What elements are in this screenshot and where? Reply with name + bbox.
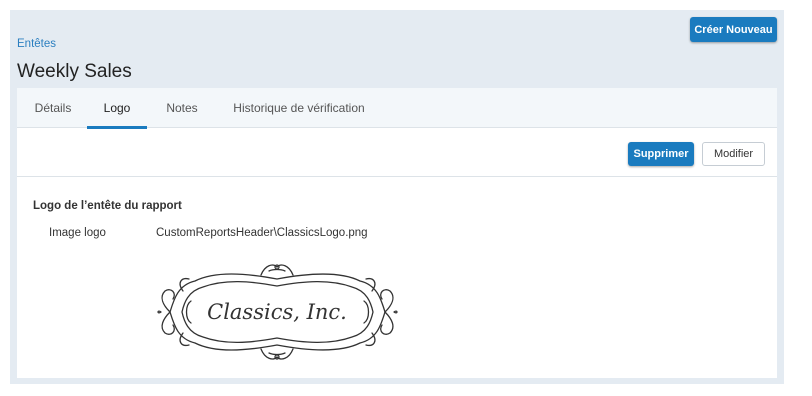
logo-text: Classics, Inc. bbox=[207, 300, 347, 324]
logo-image-path: CustomReportsHeader\ClassicsLogo.png bbox=[156, 227, 368, 239]
delete-button[interactable]: Supprimer bbox=[628, 142, 694, 166]
tab-details[interactable]: Détails bbox=[25, 88, 81, 128]
logo-image: Classics, Inc. bbox=[155, 261, 400, 363]
section-title: Logo de l’entête du rapport bbox=[33, 200, 182, 212]
content-panel: Détails Logo Notes Historique de vérific… bbox=[17, 88, 777, 378]
page-title: Weekly Sales bbox=[17, 61, 132, 82]
ornamental-logo-icon: Classics, Inc. bbox=[157, 264, 398, 360]
tab-notes[interactable]: Notes bbox=[157, 88, 207, 128]
logo-image-label: Image logo bbox=[49, 227, 106, 239]
tab-audit-history[interactable]: Historique de vérification bbox=[225, 88, 373, 128]
divider bbox=[17, 176, 777, 177]
tab-logo[interactable]: Logo bbox=[87, 88, 147, 129]
breadcrumb-link[interactable]: Entêtes bbox=[17, 38, 56, 50]
page-frame: Créer Nouveau Entêtes Weekly Sales Détai… bbox=[10, 10, 784, 384]
tab-bar: Détails Logo Notes Historique de vérific… bbox=[17, 88, 777, 129]
create-new-button[interactable]: Créer Nouveau bbox=[690, 17, 777, 42]
edit-button[interactable]: Modifier bbox=[702, 142, 765, 166]
